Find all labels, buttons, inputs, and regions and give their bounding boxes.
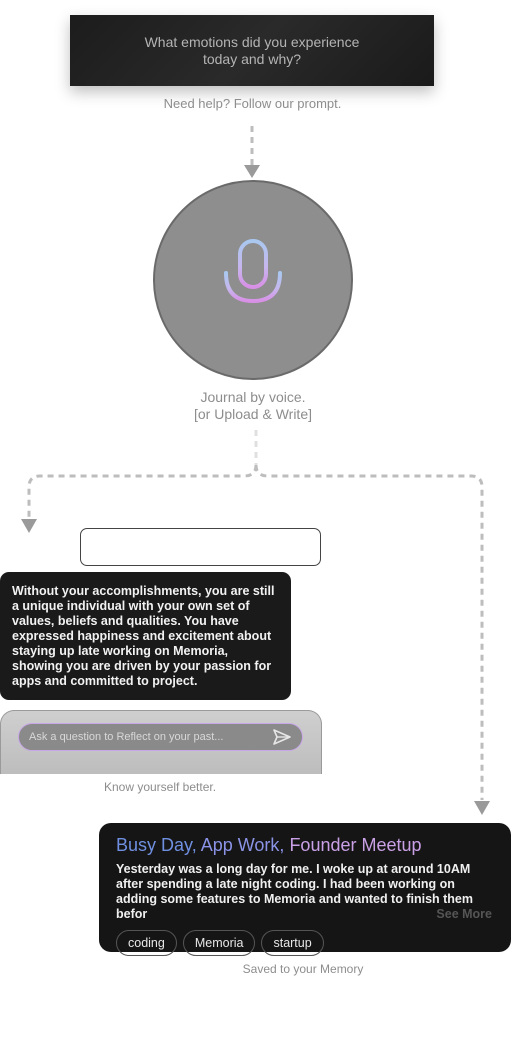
reflect-caption: Know yourself better. xyxy=(103,780,217,794)
voice-upload-link[interactable]: [or Upload & Write] xyxy=(153,406,353,423)
memory-title-part: Founder Meetup xyxy=(289,835,422,855)
memory-title-part: Busy Day, xyxy=(116,835,197,855)
prompt-card[interactable]: What emotions did you experience today a… xyxy=(70,15,434,86)
tag-chip[interactable]: startup xyxy=(261,930,324,956)
ask-reflect-placeholder: Ask a question to Reflect on your past..… xyxy=(29,731,224,743)
voice-caption-line1: Journal by voice. xyxy=(200,389,306,405)
memory-caption: Saved to your Memory xyxy=(242,962,364,976)
reflect-response-card: Without your accomplishments, you are st… xyxy=(0,572,291,700)
see-more-link[interactable]: See More xyxy=(418,907,492,922)
memory-title: Busy Day, App Work, Founder Meetup xyxy=(116,835,494,856)
ask-reflect-input[interactable]: Ask a question to Reflect on your past..… xyxy=(18,723,303,751)
tag-chip[interactable]: Memoria xyxy=(182,930,256,956)
memory-tags: coding Memoria startup xyxy=(116,930,494,956)
reflect-entry-field[interactable] xyxy=(80,528,321,566)
prompt-help-link[interactable]: Need help? Follow our prompt. xyxy=(140,96,365,111)
send-icon[interactable] xyxy=(272,727,292,747)
microphone-icon xyxy=(224,239,282,320)
memory-excerpt: Yesterday was a long day for me. I woke … xyxy=(116,862,496,922)
reflect-response-text: Without your accomplishments, you are st… xyxy=(12,584,275,688)
prompt-question: What emotions did you experience today a… xyxy=(144,33,360,67)
voice-caption: Journal by voice. [or Upload & Write] xyxy=(153,389,353,423)
record-voice-button[interactable] xyxy=(153,180,353,380)
memory-card[interactable]: Busy Day, App Work, Founder Meetup Yeste… xyxy=(99,823,511,956)
memory-title-part: App Work, xyxy=(200,835,285,855)
tag-chip[interactable]: coding xyxy=(116,930,177,956)
